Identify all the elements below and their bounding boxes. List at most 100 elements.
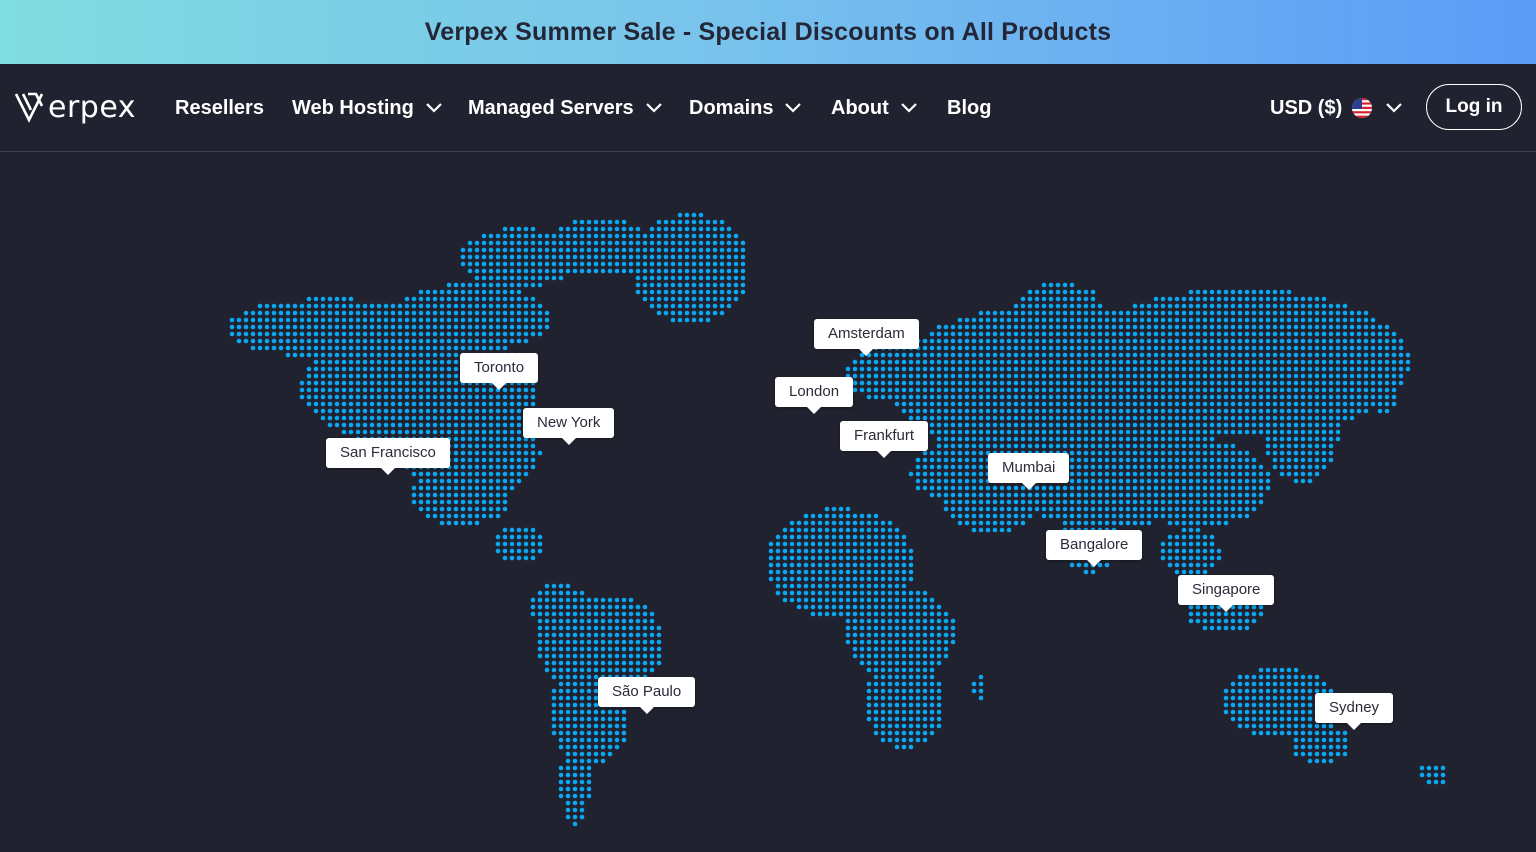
map-dot (523, 443, 529, 449)
nav-item-about[interactable]: About (831, 94, 917, 122)
map-dot (1048, 296, 1054, 302)
map-dot (334, 338, 340, 344)
map-dot (1013, 401, 1019, 407)
map-dot (1202, 317, 1208, 323)
map-dot (1349, 324, 1355, 330)
map-dot (985, 429, 991, 435)
map-dot (901, 744, 907, 750)
map-dot (880, 604, 886, 610)
map-dot (670, 303, 676, 309)
map-dot (446, 506, 452, 512)
map-dot (691, 261, 697, 267)
map-dot (390, 415, 396, 421)
map-dot (502, 303, 508, 309)
map-dot (1398, 359, 1404, 365)
map-dot (1279, 464, 1285, 470)
map-dot (635, 653, 641, 659)
map-dot (1223, 625, 1229, 631)
map-dot (1209, 394, 1215, 400)
location-label-sydney[interactable]: Sydney (1315, 693, 1394, 730)
map-dot (635, 667, 641, 673)
map-dot (355, 317, 361, 323)
currency-selector[interactable]: USD ($) (1270, 94, 1403, 122)
map-dot (1244, 471, 1250, 477)
map-dot (782, 534, 788, 540)
nav-item-web-hosting[interactable]: Web Hosting (292, 94, 442, 122)
map-dot (670, 282, 676, 288)
map-dot (1048, 422, 1054, 428)
map-dot (558, 653, 564, 659)
location-label-london[interactable]: London (775, 377, 854, 414)
map-dot (495, 471, 501, 477)
map-dot (943, 471, 949, 477)
map-dot (1272, 324, 1278, 330)
map-dot (481, 464, 487, 470)
map-dot (1062, 338, 1068, 344)
map-dot (1181, 513, 1187, 519)
nav-item-domains[interactable]: Domains (689, 94, 802, 122)
location-label-sao-paulo[interactable]: São Paulo (598, 677, 696, 714)
map-dot (1223, 352, 1229, 358)
map-dot (1139, 520, 1145, 526)
map-dot (1293, 478, 1299, 484)
map-dot (915, 674, 921, 680)
map-dot (1223, 471, 1229, 477)
map-dot (530, 604, 536, 610)
location-label-bangalore[interactable]: Bangalore (1046, 530, 1143, 567)
map-dot (985, 324, 991, 330)
map-dot (1237, 478, 1243, 484)
nav-item-managed-servers[interactable]: Managed Servers (468, 94, 662, 122)
location-label-amsterdam[interactable]: Amsterdam (814, 319, 919, 356)
map-dot (985, 359, 991, 365)
map-dot (1083, 464, 1089, 470)
map-dot (418, 338, 424, 344)
map-dot (971, 457, 977, 463)
nav-item-resellers[interactable]: Resellers (175, 94, 264, 122)
map-dot (593, 226, 599, 232)
map-dot (1006, 373, 1012, 379)
location-label-mumbai[interactable]: Mumbai (988, 453, 1070, 490)
map-dot (586, 639, 592, 645)
map-dot (488, 436, 494, 442)
map-dot (1188, 611, 1194, 617)
map-dot (950, 625, 956, 631)
map-dot (621, 233, 627, 239)
location-label-toronto[interactable]: Toronto (460, 353, 539, 390)
map-dot (1118, 457, 1124, 463)
map-dot (656, 289, 662, 295)
map-dot (1062, 366, 1068, 372)
map-dot (852, 618, 858, 624)
map-dot (572, 814, 578, 820)
map-dot (1174, 520, 1180, 526)
map-dot (1202, 555, 1208, 561)
map-dot (495, 492, 501, 498)
map-dot (467, 303, 473, 309)
map-dot (1055, 310, 1061, 316)
promo-banner[interactable]: Verpex Summer Sale - Special Discounts o… (0, 0, 1536, 64)
location-label-singapore[interactable]: Singapore (1178, 575, 1275, 612)
location-label-new-york[interactable]: New York (523, 408, 615, 445)
map-dot (943, 485, 949, 491)
map-dot (1146, 436, 1152, 442)
map-dot (1293, 422, 1299, 428)
map-dot (1041, 436, 1047, 442)
map-dot (495, 401, 501, 407)
map-dot (649, 296, 655, 302)
map-dot (1307, 380, 1313, 386)
map-dot (831, 569, 837, 575)
map-dot (537, 548, 543, 554)
map-dot (1076, 415, 1082, 421)
verpex-logo[interactable]: erpex (14, 86, 144, 128)
map-dot (1265, 709, 1271, 715)
login-button[interactable]: Log in (1426, 84, 1522, 130)
map-dot (1370, 352, 1376, 358)
map-dot (873, 695, 879, 701)
nav-item-blog[interactable]: Blog (947, 94, 991, 122)
location-label-frankfurt[interactable]: Frankfurt (840, 421, 929, 458)
location-label-san-francisco[interactable]: San Francisco (326, 438, 450, 475)
map-dot (551, 632, 557, 638)
map-dot (1111, 317, 1117, 323)
map-dot (334, 359, 340, 365)
map-dot (999, 359, 1005, 365)
map-dot (1076, 387, 1082, 393)
